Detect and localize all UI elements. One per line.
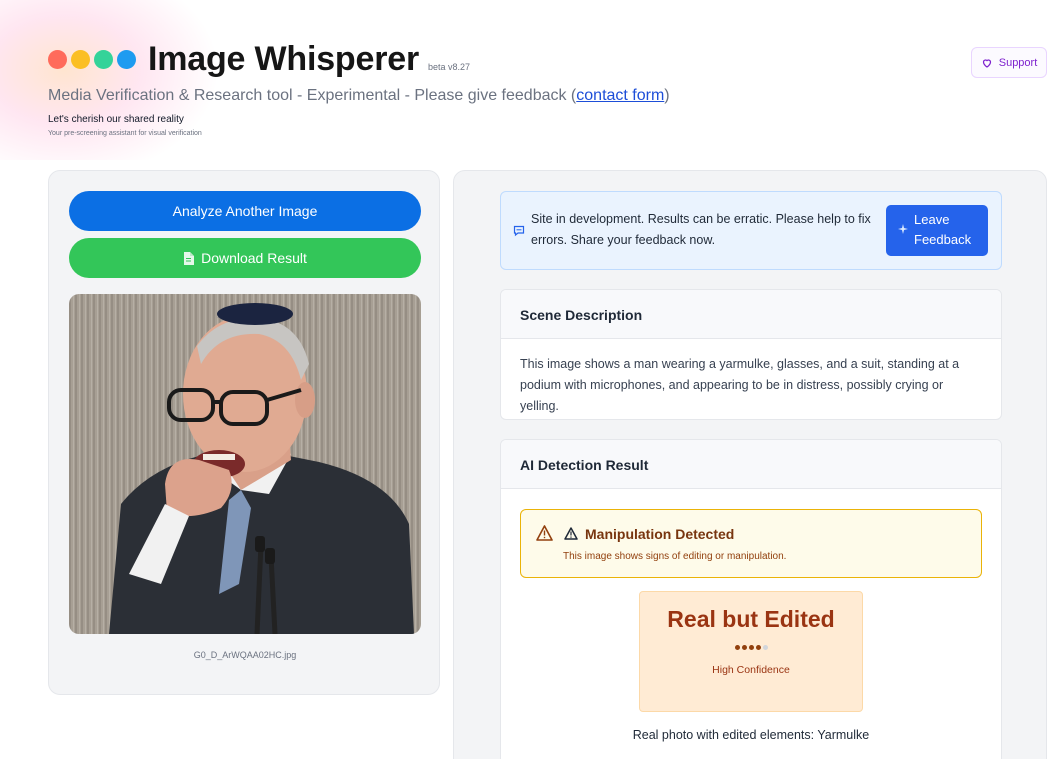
version-label: beta v8.27: [427, 61, 471, 72]
subtitle: Media Verification & Research tool - Exp…: [48, 87, 1047, 105]
verdict-detail: Real photo with edited elements: Yarmulk…: [632, 728, 870, 742]
document-icon: [184, 251, 195, 265]
manipulation-alert-text: This image shows signs of editing or man…: [563, 551, 787, 562]
confidence-dot: [734, 645, 740, 650]
scene-description-heading: Scene Description: [501, 290, 1001, 339]
manipulation-alert: Manipulation Detected This image shows s…: [520, 509, 982, 578]
chat-bubble-icon: [513, 225, 525, 237]
subtitle-suffix: ): [664, 87, 670, 104]
title-row: Image Whisperer beta v8.27: [48, 40, 1047, 79]
logo-dots: [48, 50, 136, 69]
leave-feedback-line2: Feedback: [914, 232, 972, 247]
page-header: Image Whisperer beta v8.27 Media Verific…: [48, 40, 1047, 150]
contact-form-link[interactable]: contact form: [576, 87, 664, 104]
verdict-label: Real but Edited: [667, 606, 835, 632]
results-panel: Site in development. Results can be erra…: [453, 170, 1047, 759]
ai-detection-card: AI Detection Result Manipulation Detecte…: [500, 439, 1002, 759]
image-filename: G0_D_ArWQAA02HC.jpg: [193, 650, 297, 660]
dev-notice: Site in development. Results can be erra…: [500, 191, 1002, 270]
warning-triangle-icon: [564, 527, 578, 540]
tagline-sub: Your pre-screening assistant for visual …: [48, 130, 202, 137]
verdict-box: Real but Edited High Confidence: [639, 591, 863, 712]
support-button[interactable]: Support: [971, 47, 1047, 78]
ai-detection-heading: AI Detection Result: [501, 440, 1001, 489]
confidence-dot: [741, 645, 747, 650]
sparkle-icon: [898, 224, 908, 234]
leave-feedback-button[interactable]: Leave Feedback: [886, 205, 988, 256]
logo-dot: [94, 50, 113, 69]
analyze-another-image-button[interactable]: Analyze Another Image: [69, 191, 421, 231]
logo-dot: [117, 50, 136, 69]
image-panel: Analyze Another Image Download Result G0…: [48, 170, 440, 695]
tagline: Let's cherish our shared reality: [48, 114, 184, 125]
logo-dot: [48, 50, 67, 69]
warning-triangle-icon: [536, 525, 553, 541]
download-label: Download Result: [201, 250, 307, 266]
download-result-button[interactable]: Download Result: [69, 238, 421, 278]
app-title: Image Whisperer: [148, 40, 419, 78]
confidence-dots: [640, 645, 862, 650]
support-label: Support: [998, 56, 1038, 69]
logo-dot: [71, 50, 90, 69]
scene-description-card: Scene Description This image shows a man…: [500, 289, 1002, 420]
scene-description-text: This image shows a man wearing a yarmulk…: [520, 357, 960, 413]
confidence-label: High Confidence: [712, 664, 790, 676]
leave-feedback-line1: Leave: [914, 212, 950, 227]
dev-notice-text: Site in development. Results can be erra…: [531, 212, 871, 247]
confidence-dot: [762, 645, 768, 650]
manipulation-alert-title: Manipulation Detected: [585, 526, 735, 542]
heart-icon: [982, 58, 991, 68]
subtitle-text: Media Verification & Research tool - Exp…: [48, 87, 577, 104]
confidence-dot: [755, 645, 761, 650]
analyzed-photo: [69, 294, 421, 634]
confidence-dot: [748, 645, 754, 650]
